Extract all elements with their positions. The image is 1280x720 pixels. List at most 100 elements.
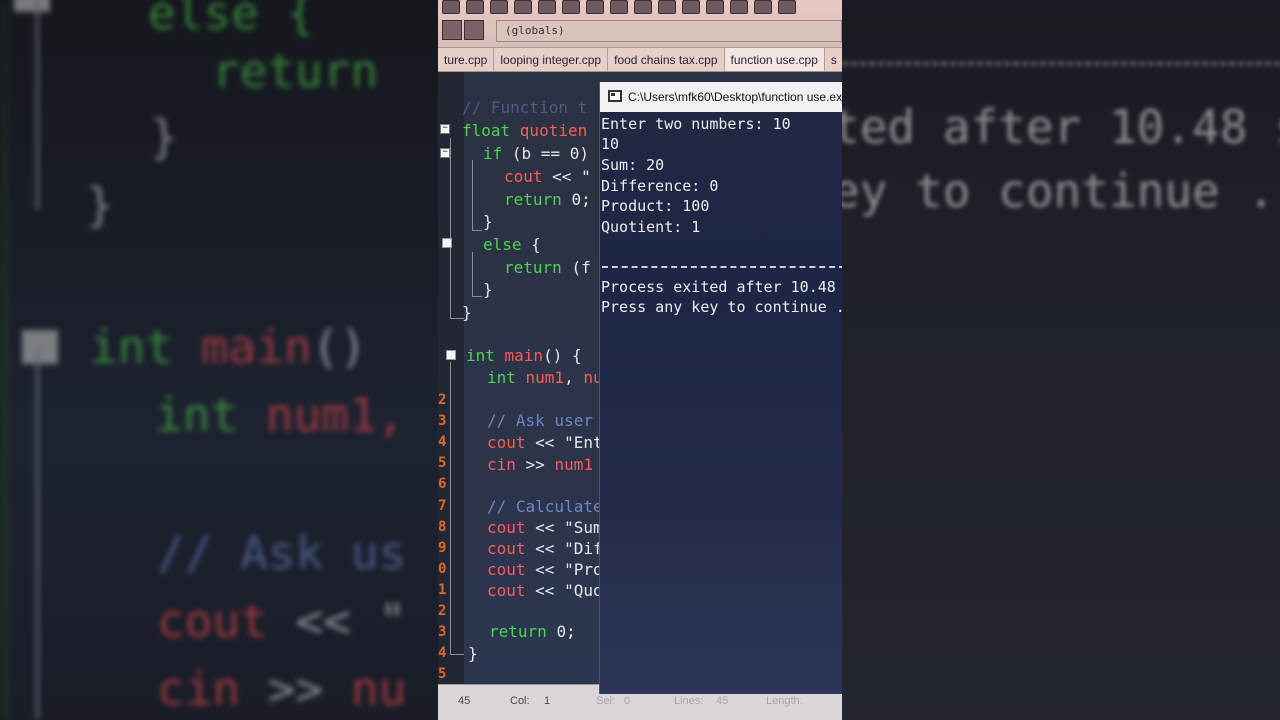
- background-identifier: nu: [350, 662, 407, 716]
- tab-food-chains-tax-cpp[interactable]: food chains tax.cpp: [608, 48, 725, 71]
- keyword: return: [489, 622, 557, 641]
- toolbar-button[interactable]: [658, 0, 676, 14]
- identifier: main: [504, 346, 544, 365]
- background-left-content: else { return } } int main() int num1, /…: [0, 0, 438, 720]
- line-number: 7: [438, 498, 447, 514]
- status-lines-label: Lines:: [674, 695, 704, 707]
- fold-toggle-icon[interactable]: [442, 238, 452, 248]
- identifier: cout: [487, 518, 536, 537]
- console-title-bar[interactable]: C:\Users\mfk60\Desktop\function use.exe: [600, 82, 842, 112]
- line-number: 2: [438, 392, 447, 408]
- status-sel-label: Sel:: [596, 695, 615, 707]
- identifier: cout: [487, 560, 536, 579]
- code-comment: // Function t: [462, 98, 588, 117]
- background-keyword: int: [155, 388, 266, 442]
- fold-guide: [472, 252, 473, 297]
- identifier: cout: [504, 167, 553, 186]
- background-identifier: main: [200, 320, 312, 374]
- background-code-line: cout << ": [157, 594, 406, 648]
- code-text: ,: [564, 368, 584, 387]
- background-code-line: int main(): [90, 320, 367, 374]
- toolbar-button[interactable]: [610, 0, 628, 14]
- toolbar-button[interactable]: [586, 0, 604, 14]
- console-press-line: Press any key to continue .: [601, 298, 842, 316]
- fold-guide: [450, 362, 451, 654]
- toolbar-button[interactable]: [442, 0, 460, 14]
- line-number: 2: [438, 603, 447, 619]
- toolbar-button[interactable]: [730, 0, 748, 14]
- status-line-value: 45: [458, 695, 471, 707]
- background-fold-marker-top: [14, 0, 50, 12]
- code-line: cin >> num1: [487, 455, 593, 475]
- background-code-line: }: [150, 110, 178, 164]
- background-code-line: }: [86, 178, 114, 232]
- background-dash-line: [842, 62, 1280, 65]
- background-fold-marker: [22, 330, 58, 364]
- toolbar-button[interactable]: [514, 0, 532, 14]
- console-line: Sum: 20: [601, 156, 665, 174]
- tab-overflow[interactable]: s: [825, 48, 842, 71]
- fold-toggle-icon[interactable]: −: [440, 124, 450, 134]
- keyword: int: [466, 346, 505, 365]
- console-window[interactable]: C:\Users\mfk60\Desktop\function use.exe …: [599, 82, 842, 694]
- class-browser-icon[interactable]: [442, 20, 462, 40]
- line-number: 9: [438, 540, 447, 556]
- background-code-line: else {: [148, 0, 315, 40]
- code-line: int num1, nu: [487, 368, 603, 388]
- background-fold-line: [36, 0, 39, 210]
- code-text: << ": [552, 167, 591, 186]
- keyword: return: [504, 258, 572, 277]
- keyword: float: [462, 121, 520, 140]
- toolbar-button[interactable]: [562, 0, 580, 14]
- identifier: num1: [525, 368, 565, 387]
- keyword: return: [504, 190, 572, 209]
- toolbar-button[interactable]: [538, 0, 556, 14]
- code-line: cout << "Pro: [487, 560, 603, 580]
- background-identifier: cout: [157, 594, 296, 648]
- toolbar-button[interactable]: [634, 0, 652, 14]
- console-separator: [602, 266, 842, 268]
- code-line: float quotien: [462, 121, 587, 141]
- background-punct: >>: [267, 662, 351, 716]
- tab-looping-integer-cpp[interactable]: looping integer.cpp: [494, 48, 609, 71]
- fold-toggle-icon[interactable]: [446, 350, 456, 360]
- status-length-label: Length:: [766, 695, 803, 707]
- code-text: << "Sum: [535, 518, 603, 537]
- console-line: Quotient: 1: [601, 218, 701, 236]
- toolbar-button[interactable]: [682, 0, 700, 14]
- background-code-line: cin >> nu: [157, 662, 406, 716]
- code-line: cout << "Dif: [487, 539, 603, 559]
- line-number: 5: [438, 666, 447, 682]
- line-number: 3: [438, 624, 447, 640]
- keyword: if: [483, 144, 512, 163]
- code-comment: // Calculate: [487, 497, 603, 516]
- background-console-line: ey to continue .: [842, 164, 1276, 218]
- background-identifier: num1,: [265, 388, 405, 442]
- scope-dropdown[interactable]: (globals): [496, 20, 842, 42]
- background-keyword: int: [90, 320, 201, 374]
- fold-toggle-icon[interactable]: −: [440, 148, 450, 158]
- keyword: int: [487, 368, 526, 387]
- background-punct: (): [311, 320, 367, 374]
- tab-ture-cpp[interactable]: ture.cpp: [438, 48, 495, 71]
- code-line: return (f: [504, 258, 591, 278]
- code-line: }: [483, 212, 493, 231]
- class-list-icon[interactable]: [464, 20, 484, 40]
- tab-function-use-cpp[interactable]: function use.cpp: [724, 48, 825, 71]
- toolbar-button[interactable]: [466, 0, 484, 14]
- toolbar-button[interactable]: [706, 0, 724, 14]
- line-number: 5: [438, 455, 447, 471]
- code-line: }: [468, 644, 478, 663]
- toolbar-button[interactable]: [754, 0, 772, 14]
- console-exit-line: Process exited after 10.48 s: [601, 278, 842, 296]
- console-line: Difference: 0: [601, 177, 719, 195]
- fold-guide: [472, 230, 482, 231]
- toolbar-button[interactable]: [778, 0, 796, 14]
- console-app-icon: [608, 90, 622, 102]
- code-line: }: [483, 280, 493, 299]
- toolbar-button[interactable]: [490, 0, 508, 14]
- identifier: cout: [487, 581, 536, 600]
- background-console-line: ted after 10.48 s: [842, 100, 1280, 154]
- identifier: quotien: [519, 121, 588, 140]
- code-line: if (b == 0): [483, 144, 589, 164]
